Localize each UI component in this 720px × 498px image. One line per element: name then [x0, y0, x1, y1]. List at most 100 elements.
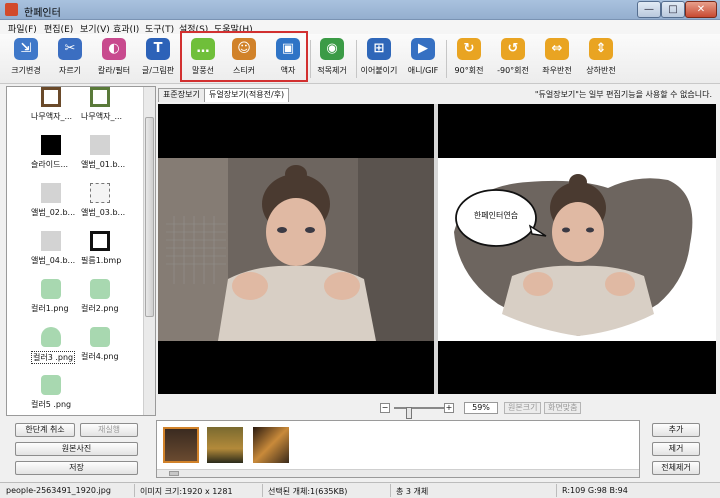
window-title: 한페인터 — [24, 8, 61, 19]
file-label[interactable]: 컬러4.png — [81, 351, 119, 362]
close-button[interactable]: ✕ — [685, 1, 717, 18]
fit-screen-button[interactable]: 화면맞춤 — [544, 402, 582, 414]
crop-icon: ✂ — [58, 38, 82, 60]
file-label[interactable]: 컬러2.png — [81, 303, 119, 314]
app-logo-icon — [5, 3, 18, 16]
strip-thumbnail[interactable] — [207, 427, 243, 463]
file-thumbnail[interactable] — [41, 135, 61, 155]
strip-scrollbar-thumb[interactable] — [169, 471, 179, 476]
file-label[interactable]: 슬라이드... — [31, 159, 68, 170]
file-list-panel[interactable]: 나무액자_... 나무액자_... 슬라이드... 앨범_01.b... 앨범_02.b… — [6, 86, 156, 416]
flip-horizontal-icon: ⇔ — [545, 38, 569, 60]
status-divider — [134, 484, 135, 497]
image-strip[interactable] — [156, 420, 640, 478]
flip-horizontal-button[interactable]: ⇔ 좌우반전 — [535, 36, 579, 82]
image-viewer: 표준장보기 듀얼장보기(적용전/후) "듀얼장보기"는 일부 편집기능을 사용할… — [156, 86, 716, 416]
original-photo-button[interactable]: 원본사진 — [15, 442, 138, 456]
highlight-annotation — [180, 31, 308, 82]
status-divider — [262, 484, 263, 497]
strip-thumbnail[interactable] — [253, 427, 289, 463]
text-draw-button[interactable]: T 글/그림판 — [136, 36, 180, 82]
text-draw-icon: T — [146, 38, 170, 60]
tab-dual-view[interactable]: 듀얼장보기(적용전/후) — [204, 88, 290, 102]
toolbar: ⇲ 크기변경 ✂ 자르기 ◐ 칼라/필터 T 글/그림판 … 말풍선 ☺ 스티커 ▣ 액자 ◉… — [0, 34, 720, 84]
file-thumbnail[interactable] — [41, 231, 61, 251]
zoom-slider-handle[interactable] — [406, 407, 412, 419]
file-thumbnail[interactable] — [90, 183, 110, 203]
add-button[interactable]: 추가 — [652, 423, 700, 437]
file-thumbnail[interactable] — [90, 279, 110, 299]
resize-icon: ⇲ — [14, 38, 38, 60]
tab-standard-view[interactable]: 표준장보기 — [158, 88, 205, 102]
redo-button[interactable]: 재실행 — [80, 423, 138, 437]
file-label[interactable]: 컬러1.png — [31, 303, 69, 314]
after-photo — [438, 158, 716, 341]
status-rgb: R:109 G:98 B:94 — [562, 486, 628, 495]
before-photo — [158, 158, 434, 341]
red-eye-icon: ◉ — [320, 38, 344, 60]
file-label[interactable]: 나무액자_... — [31, 111, 72, 122]
undo-button[interactable]: 한단계 취소 — [15, 423, 75, 437]
status-divider — [556, 484, 557, 497]
status-bar: people-2563491_1920.jpg 이미지 크기:1920 x 12… — [0, 482, 720, 498]
status-selected: 선택된 개체:1(635KB) — [268, 487, 348, 496]
original-size-button[interactable]: 원본크기 — [504, 402, 542, 414]
strip-scrollbar[interactable] — [157, 469, 639, 477]
file-list-scrollbar[interactable] — [143, 87, 155, 415]
rotate-left-button[interactable]: ↺ -90°회전 — [491, 36, 535, 82]
file-thumbnail[interactable] — [90, 231, 110, 251]
file-thumbnail[interactable] — [90, 135, 110, 155]
file-thumbnail[interactable] — [41, 279, 61, 299]
crop-button[interactable]: ✂ 자르기 — [48, 36, 92, 82]
file-thumbnail[interactable] — [41, 183, 61, 203]
status-image-size: 이미지 크기:1920 x 1281 — [140, 487, 233, 496]
gif-button[interactable]: ▶ 애니/GIF — [401, 36, 445, 82]
remove-button[interactable]: 제거 — [652, 442, 700, 456]
status-filename: people-2563491_1920.jpg — [6, 486, 111, 495]
rotate-right-button[interactable]: ↻ 90°회전 — [447, 36, 491, 82]
file-thumbnail[interactable] — [90, 87, 110, 107]
zoom-bar: − + 59% 원본크기 화면맞춤 — [380, 402, 710, 419]
file-label[interactable]: 앨범_03.b... — [81, 207, 125, 218]
color-filter-button[interactable]: ◐ 칼라/필터 — [92, 36, 136, 82]
rotate-right-icon: ↻ — [457, 38, 481, 60]
file-label[interactable]: 앨범_01.b... — [81, 159, 125, 170]
after-pane[interactable]: 한페인터연습 — [438, 104, 716, 394]
file-label[interactable]: 컬러5 .png — [31, 399, 71, 410]
remove-all-button[interactable]: 전체제거 — [652, 461, 700, 475]
maximize-button[interactable]: □ — [661, 1, 685, 18]
file-label[interactable]: 앨범_02.b... — [31, 207, 75, 218]
status-divider — [390, 484, 391, 497]
resize-button[interactable]: ⇲ 크기변경 — [4, 36, 48, 82]
minimize-button[interactable]: — — [637, 1, 661, 18]
save-button[interactable]: 저장 — [15, 461, 138, 475]
strip-thumbnail-selected[interactable] — [163, 427, 199, 463]
status-total: 총 3 개체 — [396, 487, 429, 496]
file-label[interactable]: 나무액자_... — [81, 111, 122, 122]
gif-icon: ▶ — [411, 38, 435, 60]
zoom-slider-track[interactable] — [394, 407, 446, 419]
file-thumbnail[interactable] — [41, 87, 61, 107]
file-label[interactable]: 필름1.bmp — [81, 255, 121, 266]
file-label[interactable]: 앨범_04.b... — [31, 255, 75, 266]
zoom-in-button[interactable]: + — [444, 403, 454, 413]
dual-view-note: "듀얼장보기"는 일부 편집기능을 사용할 수 없습니다. — [534, 90, 712, 99]
file-thumbnail[interactable] — [90, 327, 110, 347]
before-pane[interactable] — [158, 104, 434, 394]
merge-button[interactable]: ⊞ 이어붙이기 — [357, 36, 401, 82]
zoom-out-button[interactable]: − — [380, 403, 390, 413]
color-filter-icon: ◐ — [102, 38, 126, 60]
menu-bar: 파일(F) 편집(E) 보기(V) 효과(I) 도구(T) 설정(S) 도움말(… — [0, 20, 720, 35]
rotate-left-icon: ↺ — [501, 38, 525, 60]
file-label[interactable]: 컬러3 .png — [31, 351, 76, 364]
title-bar: 한페인터 — □ ✕ — [0, 0, 720, 20]
scrollbar-thumb[interactable] — [145, 117, 154, 317]
file-thumbnail[interactable] — [41, 375, 61, 395]
red-eye-button[interactable]: ◉ 적목제거 — [310, 36, 354, 82]
zoom-value: 59% — [464, 402, 498, 414]
file-thumbnail[interactable] — [41, 327, 61, 347]
merge-icon: ⊞ — [367, 38, 391, 60]
flip-vertical-button[interactable]: ⇕ 상하반전 — [579, 36, 623, 82]
speech-bubble-text: 한페인터연습 — [473, 211, 519, 220]
flip-vertical-icon: ⇕ — [589, 38, 613, 60]
